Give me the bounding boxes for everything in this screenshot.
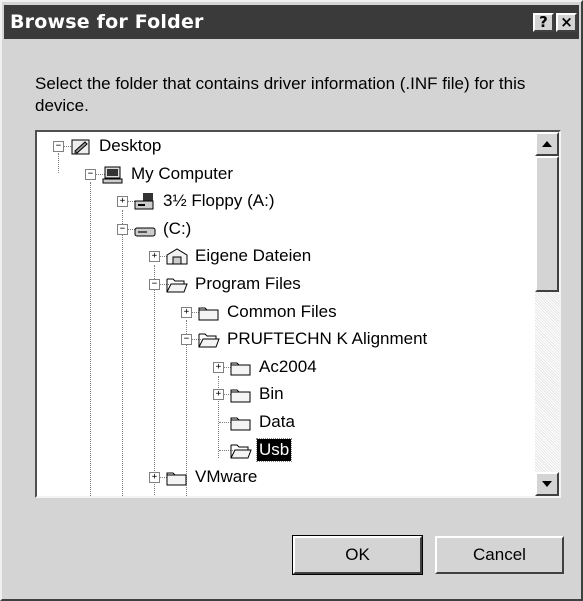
tree-item[interactable]: Usb [37,437,533,466]
scroll-down-arrow-icon [542,481,552,487]
tree-item[interactable]: + VMware [37,465,533,493]
desktop-icon [70,137,92,161]
folder-icon [198,303,220,327]
tree-item[interactable]: − My Computer [37,162,533,190]
title-bar[interactable]: Browse for Folder ? × [4,5,579,39]
tree-item[interactable]: + Eigene Dateien [37,244,533,272]
expand-plus-icon[interactable]: + [117,196,128,208]
vertical-scrollbar[interactable] [535,132,559,496]
special-folder-icon [166,247,188,271]
tree-item[interactable]: + Ac2004 [37,355,533,383]
browse-for-folder-dialog: Browse for Folder ? × Select the folder … [0,0,583,601]
ok-button[interactable]: OK [292,535,423,575]
scroll-up-button[interactable] [535,132,559,156]
expand-plus-icon[interactable]: + [149,251,160,263]
folder-icon [230,385,252,409]
open-folder-icon [230,441,252,465]
collapse-minus-icon[interactable]: − [53,141,64,152]
expand-plus-icon[interactable]: + [213,361,224,373]
hard-drive-icon [134,220,156,244]
collapse-minus-icon[interactable]: − [117,223,128,235]
tree-item-label: 3½ Floppy (A:) [163,191,275,211]
tree-item-label: Desktop [99,136,162,155]
floppy-drive-icon [134,192,156,216]
computer-icon [102,165,124,189]
tree-item-label: PRUFTECHN K Alignment [227,329,428,349]
collapse-minus-icon[interactable]: − [149,279,160,290]
tree-item[interactable]: + Common Files [37,300,533,328]
scroll-thumb[interactable] [535,156,559,292]
dialog-title: Browse for Folder [10,11,204,33]
open-folder-icon [166,275,188,299]
folder-tree[interactable]: − Desktop − My Computer +3½ Floppy (A:) − (C:)… [35,130,561,498]
collapse-minus-icon[interactable]: − [85,168,96,180]
tree-item-label: (C:) [163,218,192,238]
scroll-up-arrow-icon [542,141,552,147]
folder-icon [230,413,252,437]
help-button[interactable]: ? [533,13,554,32]
collapse-minus-icon[interactable]: − [181,334,192,346]
tree-item-label: Program Files [195,274,301,293]
tree-item-label: Bin [259,384,284,404]
open-folder-icon [198,330,220,354]
tree-item[interactable]: +3½ Floppy (A:) [37,189,533,217]
folder-icon [230,358,252,382]
tree-item-label: Ac2004 [259,356,317,376]
tree-item[interactable]: − Program Files [37,272,533,300]
expand-plus-icon[interactable]: + [149,472,160,484]
tree-item[interactable]: + Bin [37,382,533,410]
tree-item[interactable]: − PRUFTECHN K Alignment [37,327,533,355]
folder-tree-content: − Desktop − My Computer +3½ Floppy (A:) − (C:)… [37,132,535,496]
tree-item-label: Common Files [227,301,337,321]
scroll-down-button[interactable] [535,472,559,496]
tree-item-label: VMware [195,467,258,487]
tree-item-label: Eigene Dateien [195,246,312,266]
tree-item-label: Data [259,412,295,431]
expand-plus-icon[interactable]: + [213,389,224,401]
close-button[interactable]: × [556,13,577,32]
tree-item[interactable]: − (C:) [37,217,533,245]
cancel-button[interactable]: Cancel [435,536,564,574]
tree-item[interactable]: Data [37,410,533,438]
tree-item[interactable]: − Desktop [37,134,533,162]
tree-item-label: Usb [255,437,293,462]
tree-item-label: My Computer [131,163,234,183]
expand-plus-icon[interactable]: + [181,306,192,318]
folder-icon [166,468,188,492]
instruction-text: Select the folder that contains driver i… [35,74,526,115]
